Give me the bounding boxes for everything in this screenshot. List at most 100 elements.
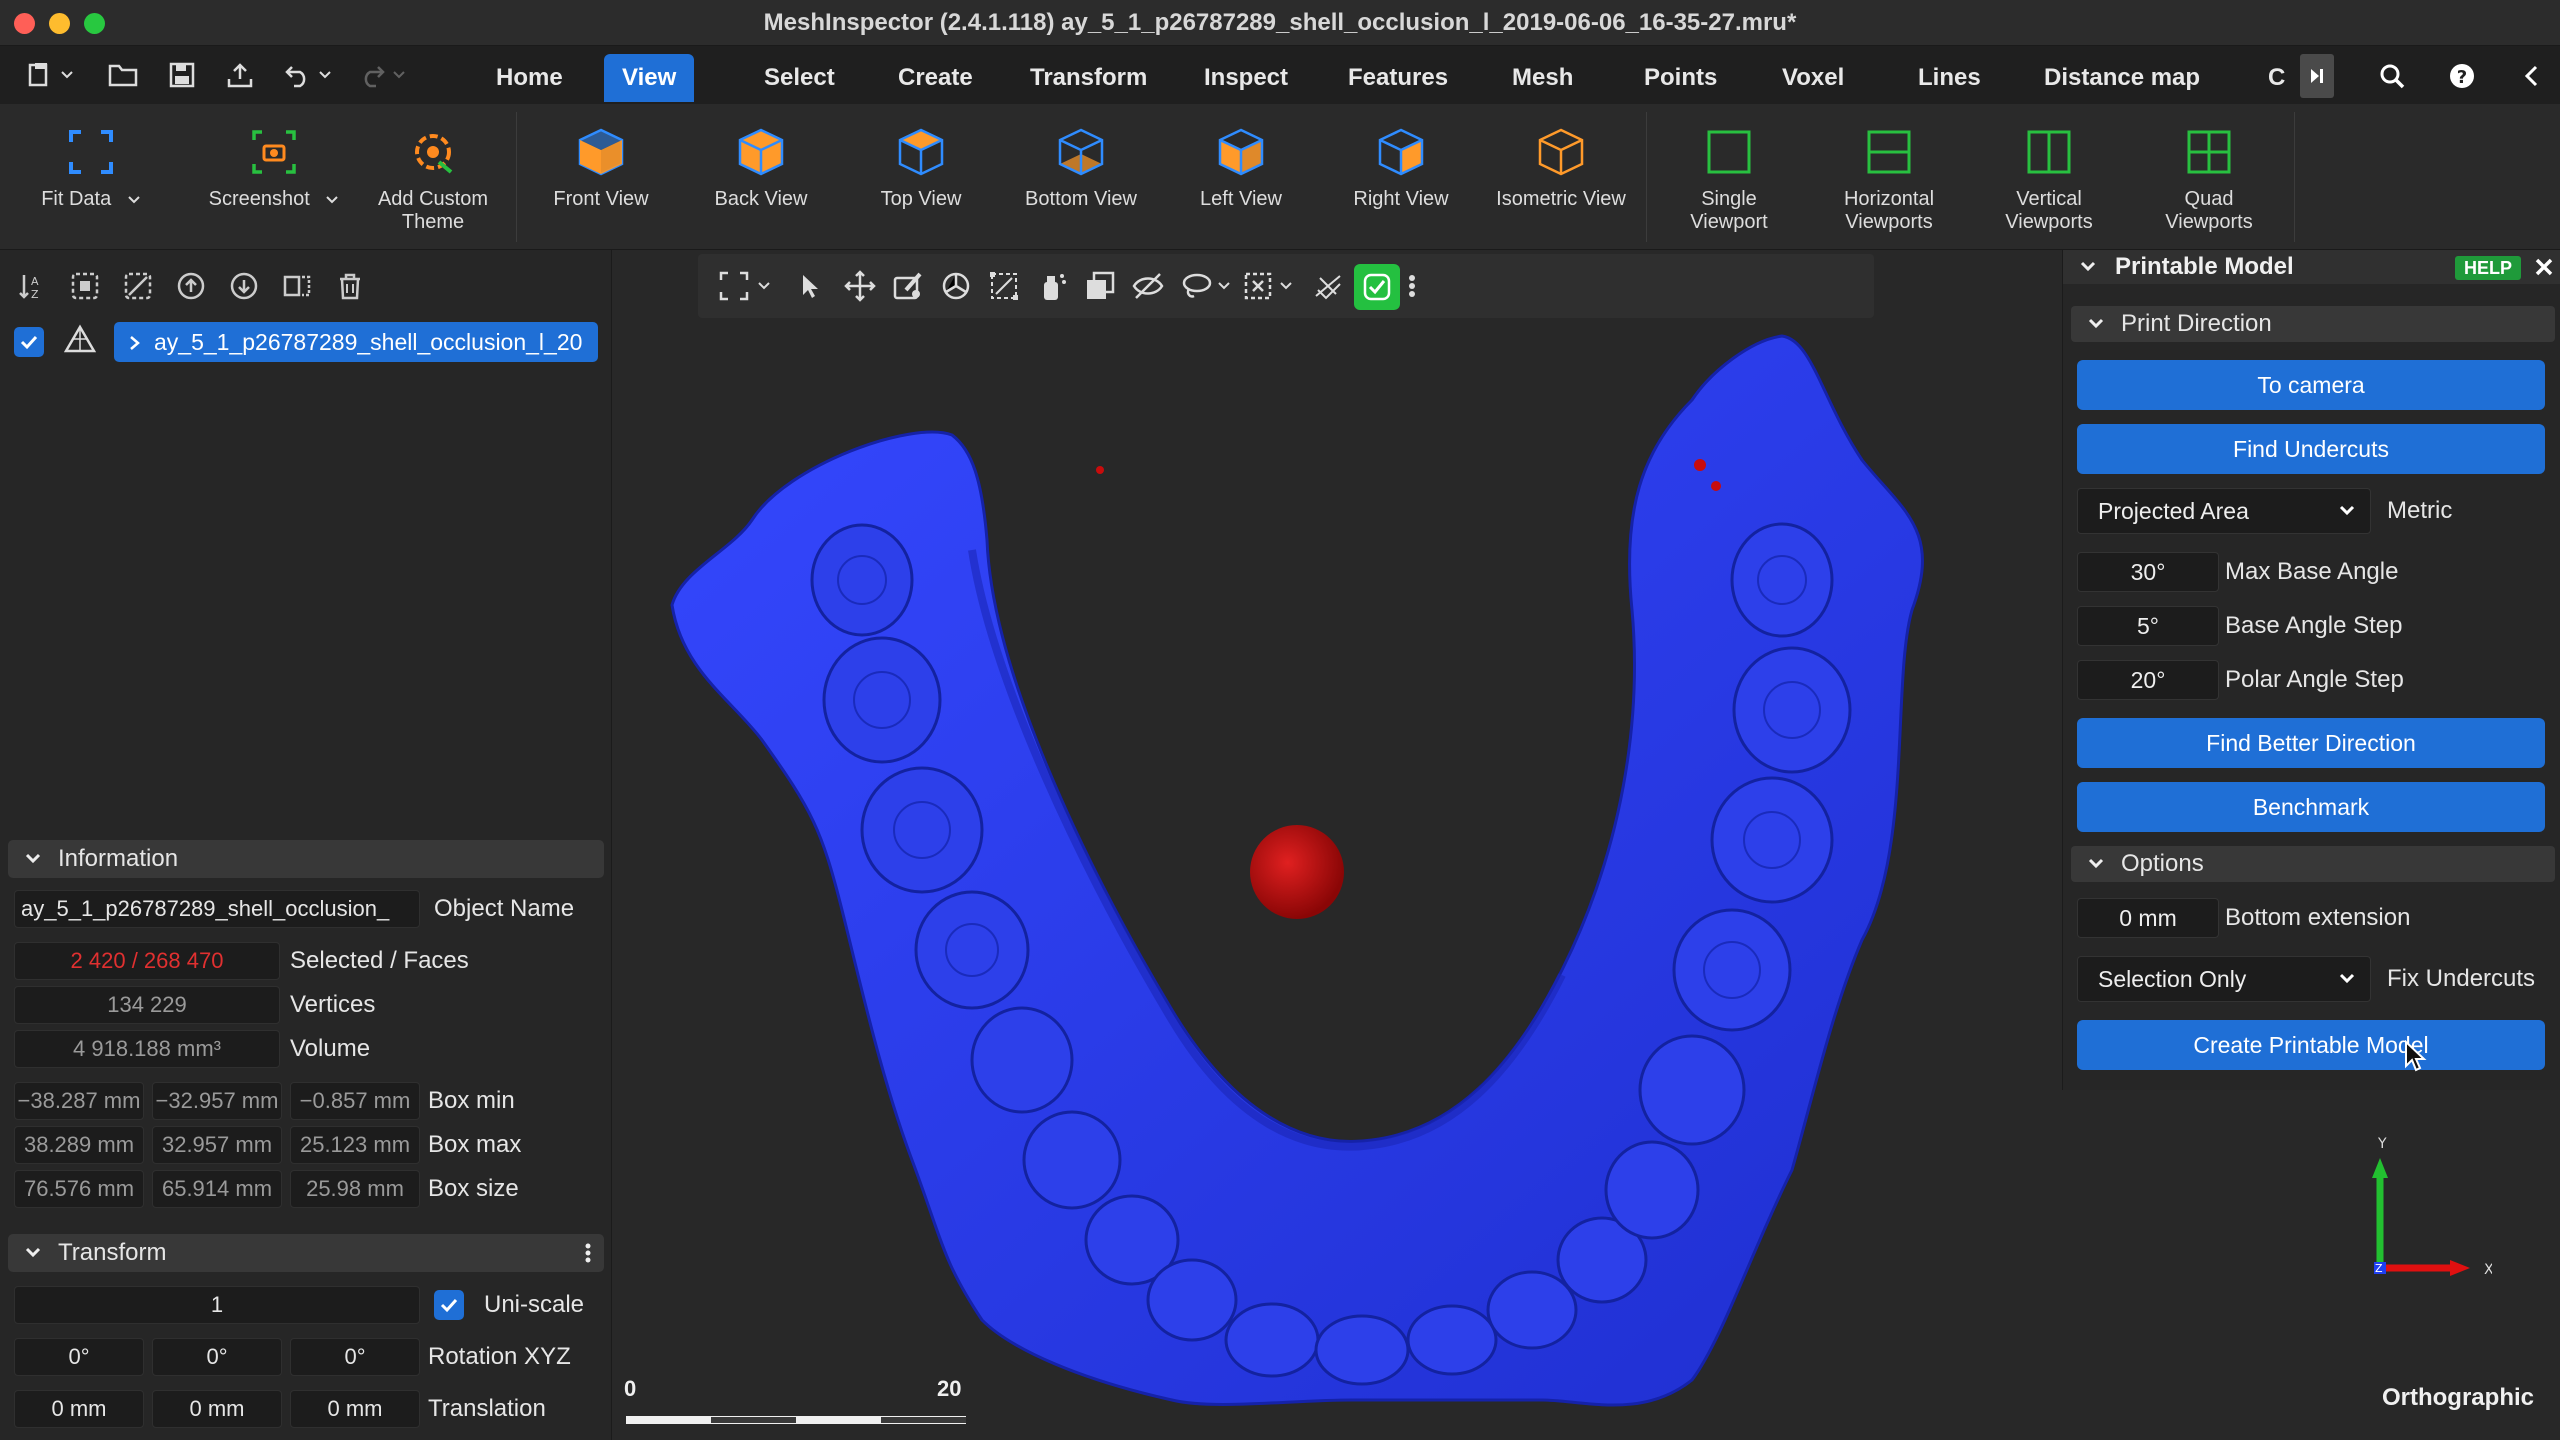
scale-input[interactable]: 1 xyxy=(14,1286,420,1324)
sort-icon[interactable]: AZ xyxy=(16,270,48,302)
back-view-button[interactable]: Back View xyxy=(686,120,836,211)
trash-icon[interactable] xyxy=(334,270,366,302)
tab-features[interactable]: Features xyxy=(1330,54,1466,102)
screenshot-button[interactable]: Screenshot xyxy=(186,120,362,211)
bottom-view-button[interactable]: Bottom View xyxy=(1006,120,1156,211)
move-up-icon[interactable] xyxy=(175,270,207,302)
chevron-down-icon[interactable] xyxy=(754,268,774,304)
duplicate-icon[interactable] xyxy=(1082,268,1118,304)
translation-y-input[interactable]: 0 mm xyxy=(152,1390,282,1428)
export-icon[interactable] xyxy=(226,61,254,89)
volume-field: 4 918.188 mm³ xyxy=(14,1030,280,1068)
undo-icon[interactable] xyxy=(284,61,332,89)
add-custom-theme-label-1: Add Custom xyxy=(377,188,489,210)
move-icon[interactable] xyxy=(842,268,878,304)
isometric-view-button[interactable]: Isometric View xyxy=(1486,120,1636,211)
toggle-select-active-icon[interactable] xyxy=(1354,264,1400,310)
chevron-down-icon xyxy=(24,840,42,890)
information-section-header[interactable]: Information xyxy=(8,840,604,878)
rotation-x-input[interactable]: 0° xyxy=(14,1338,144,1376)
close-icon[interactable] xyxy=(2533,256,2555,284)
rotation-z-input[interactable]: 0° xyxy=(290,1338,420,1376)
tab-lines[interactable]: Lines xyxy=(1900,54,1999,102)
bounding-box-icon[interactable] xyxy=(986,268,1022,304)
benchmark-button[interactable]: Benchmark xyxy=(2077,782,2545,832)
hide-icon[interactable] xyxy=(1130,268,1166,304)
print-direction-section-header[interactable]: Print Direction xyxy=(2071,306,2555,342)
vertices-label: Vertices xyxy=(290,991,376,1018)
tab-inspect[interactable]: Inspect xyxy=(1186,54,1306,102)
new-document-icon[interactable] xyxy=(26,61,74,89)
more-options-icon[interactable] xyxy=(584,1234,592,1284)
left-view-button[interactable]: Left View xyxy=(1166,120,1316,211)
object-name-field[interactable]: ay_5_1_p26787289_shell_occlusion_ xyxy=(14,890,420,928)
bottom-extension-input[interactable]: 0 mm xyxy=(2077,898,2219,938)
tab-distance-map[interactable]: Distance map xyxy=(2026,54,2218,102)
toolbar-more-icon[interactable] xyxy=(1402,268,1422,304)
chevron-down-icon[interactable] xyxy=(1214,268,1234,304)
spray-paint-icon[interactable] xyxy=(1034,268,1070,304)
rotation-y-input[interactable]: 0° xyxy=(152,1338,282,1376)
right-view-button[interactable]: Right View xyxy=(1326,120,1476,211)
help-badge[interactable]: HELP xyxy=(2455,256,2521,280)
brush-select-icon[interactable] xyxy=(890,268,926,304)
tab-overflow[interactable]: C xyxy=(2250,54,2303,102)
tab-mesh[interactable]: Mesh xyxy=(1494,54,1591,102)
tab-voxel[interactable]: Voxel xyxy=(1764,54,1862,102)
add-custom-theme-button[interactable]: Add Custom Theme xyxy=(358,120,508,234)
deselect-all-icon[interactable] xyxy=(122,270,154,302)
rotation-center-icon[interactable] xyxy=(938,268,974,304)
find-better-direction-button[interactable]: Find Better Direction xyxy=(2077,718,2545,768)
move-down-icon[interactable] xyxy=(228,270,260,302)
top-view-button[interactable]: Top View xyxy=(846,120,996,211)
select-pointer-icon[interactable] xyxy=(792,268,828,304)
box-select-icon[interactable] xyxy=(1240,268,1276,304)
screenshot-icon xyxy=(252,130,296,174)
to-camera-button[interactable]: To camera xyxy=(2077,360,2545,410)
search-icon[interactable] xyxy=(2370,54,2414,98)
select-all-icon[interactable] xyxy=(69,270,101,302)
menu-right-icons: ? xyxy=(2344,54,2554,98)
lasso-icon[interactable] xyxy=(1178,268,1214,304)
fit-frame-icon[interactable] xyxy=(716,268,752,304)
collapse-ribbon-icon[interactable] xyxy=(2510,54,2554,98)
collapse-chevron-icon[interactable] xyxy=(2079,250,2097,290)
single-viewport-button[interactable]: Single Viewport xyxy=(1654,120,1804,234)
save-icon[interactable] xyxy=(168,61,196,89)
polar-angle-step-input[interactable]: 20° xyxy=(2077,660,2219,700)
clipping-plane-icon[interactable] xyxy=(1310,268,1346,304)
transform-section-header[interactable]: Transform xyxy=(8,1234,604,1272)
find-undercuts-button[interactable]: Find Undercuts xyxy=(2077,424,2545,474)
visibility-checkbox[interactable] xyxy=(14,327,44,357)
open-folder-icon[interactable] xyxy=(108,62,138,88)
options-section-header[interactable]: Options xyxy=(2071,846,2555,882)
direction-marker-sphere[interactable] xyxy=(1250,825,1344,919)
metric-dropdown[interactable]: Projected Area xyxy=(2077,488,2371,534)
tab-transform[interactable]: Transform xyxy=(1012,54,1165,102)
fit-data-button[interactable]: Fit Data xyxy=(16,120,166,211)
flip-icon[interactable] xyxy=(281,270,313,302)
tab-view[interactable]: View xyxy=(604,54,695,102)
create-printable-model-button[interactable]: Create Printable Model xyxy=(2077,1020,2545,1070)
front-view-button[interactable]: Front View xyxy=(526,120,676,211)
tab-points[interactable]: Points xyxy=(1626,54,1735,102)
quad-viewports-button[interactable]: Quad Viewports xyxy=(2134,120,2284,234)
tab-select[interactable]: Select xyxy=(746,54,853,102)
help-icon[interactable]: ? xyxy=(2440,54,2484,98)
projection-mode-label[interactable]: Orthographic xyxy=(2382,1384,2534,1412)
chevron-down-icon[interactable] xyxy=(1276,268,1296,304)
tab-home[interactable]: Home xyxy=(478,54,581,102)
redo-icon[interactable] xyxy=(358,61,406,89)
fix-undercuts-dropdown[interactable]: Selection Only xyxy=(2077,956,2371,1002)
scene-tree-item[interactable]: ay_5_1_p26787289_shell_occlusion_l_20 xyxy=(114,322,598,362)
base-angle-step-input[interactable]: 5° xyxy=(2077,606,2219,646)
chevron-down-icon xyxy=(2338,489,2356,547)
tabs-scroll-icon[interactable] xyxy=(2300,54,2334,98)
uniscale-checkbox[interactable] xyxy=(434,1290,464,1320)
translation-z-input[interactable]: 0 mm xyxy=(290,1390,420,1428)
vertical-viewports-button[interactable]: Vertical Viewports xyxy=(1974,120,2124,234)
horizontal-viewports-button[interactable]: Horizontal Viewports xyxy=(1814,120,1964,234)
max-base-angle-input[interactable]: 30° xyxy=(2077,552,2219,592)
translation-x-input[interactable]: 0 mm xyxy=(14,1390,144,1428)
tab-create[interactable]: Create xyxy=(880,54,991,102)
